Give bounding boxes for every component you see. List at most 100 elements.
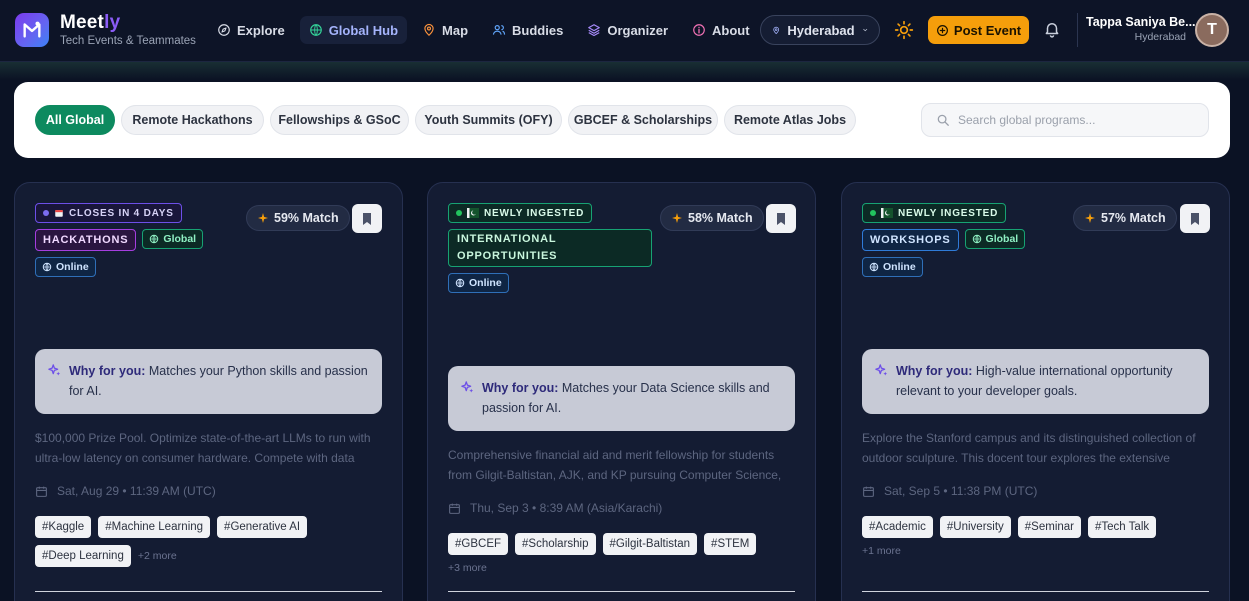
- tag[interactable]: #STEM: [704, 533, 757, 555]
- bookmark-icon: [363, 212, 371, 225]
- tag[interactable]: #GBCEF: [448, 533, 509, 555]
- category-badge: INTERNATIONAL OPPORTUNITIES: [448, 229, 652, 267]
- sparkles-icon: [461, 381, 474, 393]
- status-dot: [43, 210, 49, 216]
- card-divider: [862, 591, 1209, 592]
- tag[interactable]: #Seminar: [1017, 516, 1081, 538]
- card-date: Sat, Aug 29 • 11:39 AM (UTC): [35, 484, 216, 498]
- meetly-logo-icon[interactable]: [15, 13, 49, 47]
- brand-name: Meetly: [60, 12, 121, 33]
- bookmark-button[interactable]: [766, 204, 796, 233]
- match-badge: 59% Match: [246, 205, 350, 231]
- plus-circle-icon: [936, 24, 948, 36]
- status-badge: CLOSES IN 4 DAYS: [35, 203, 182, 223]
- card-description: $100,000 Prize Pool. Optimize state-of-t…: [35, 431, 371, 465]
- chip-all-global[interactable]: All Global: [35, 105, 115, 135]
- nav-divider: [1077, 13, 1078, 47]
- city-selector-label: Hyderabad: [787, 22, 855, 38]
- online-badge: Online: [448, 273, 509, 293]
- tag[interactable]: #Deep Learning: [35, 545, 131, 567]
- chip-gbcef-scholarships[interactable]: GBCEF & Scholarships: [568, 105, 718, 135]
- event-card[interactable]: NEWLY INGESTED WORKSHOPS Global Online 5…: [841, 182, 1230, 601]
- card-date: Sat, Sep 5 • 11:38 PM (UTC): [862, 484, 1037, 498]
- card-tags: #GBCEF #Scholarship #Gilgit-Baltistan #S…: [448, 533, 798, 574]
- search-icon: [937, 114, 949, 126]
- chip-remote-atlas-jobs[interactable]: Remote Atlas Jobs: [724, 105, 856, 135]
- sparkles-icon: [48, 364, 61, 376]
- brand[interactable]: Meetly Tech Events & Teammates: [60, 12, 196, 47]
- event-card[interactable]: CLOSES IN 4 DAYS HACKATHONS Global Onlin…: [14, 182, 403, 601]
- card-tags: #Kaggle #Machine Learning #Generative AI…: [35, 516, 385, 567]
- more-tags[interactable]: +3 more: [448, 562, 798, 574]
- calendar-icon: [863, 486, 874, 497]
- global-badge-label: Global: [985, 233, 1019, 245]
- tag[interactable]: #University: [939, 516, 1011, 538]
- theme-toggle-sun-icon[interactable]: [894, 20, 914, 40]
- bookmark-button[interactable]: [1180, 204, 1210, 233]
- nav-organizer-label: Organizer: [607, 22, 669, 38]
- post-event-button[interactable]: Post Event: [928, 16, 1029, 44]
- why-label: Why for you:: [482, 381, 559, 395]
- more-tags[interactable]: +1 more: [862, 545, 1212, 557]
- match-label: 58% Match: [688, 211, 753, 225]
- tag[interactable]: #Tech Talk: [1088, 516, 1157, 538]
- location-pin-icon: [773, 26, 780, 34]
- top-navbar: Meetly Tech Events & Teammates Explore G…: [0, 0, 1249, 62]
- tag[interactable]: #Machine Learning: [98, 516, 211, 538]
- notification-bell-icon[interactable]: [1043, 20, 1061, 38]
- sparkle-icon: [672, 213, 682, 223]
- nav-about-label: About: [712, 22, 750, 38]
- tag[interactable]: #Generative AI: [217, 516, 308, 538]
- search-input[interactable]: [958, 113, 1188, 127]
- users-icon: [492, 25, 506, 35]
- nav-map[interactable]: Map: [413, 16, 477, 44]
- online-badge-label: Online: [883, 261, 916, 273]
- chip-youth-summits[interactable]: Youth Summits (OFY): [415, 105, 562, 135]
- tag[interactable]: #Scholarship: [515, 533, 596, 555]
- status-badge: NEWLY INGESTED: [448, 203, 593, 223]
- card-description: Explore the Stanford campus and its dist…: [862, 431, 1196, 465]
- nav-explore[interactable]: Explore: [208, 16, 294, 44]
- avatar[interactable]: T: [1195, 13, 1229, 47]
- nav-about[interactable]: About: [683, 16, 759, 44]
- nav-organizer[interactable]: Organizer: [578, 16, 677, 44]
- sparkle-icon: [1085, 213, 1095, 223]
- category-badge: HACKATHONS: [35, 229, 137, 251]
- globe-icon: [972, 234, 981, 244]
- search-box: [921, 103, 1209, 137]
- nav-links: Explore Global Hub Map Buddies Organizer…: [208, 16, 765, 44]
- city-selector[interactable]: Hyderabad: [760, 15, 880, 45]
- bookmark-icon: [777, 212, 785, 225]
- nav-global-hub[interactable]: Global Hub: [299, 16, 408, 44]
- layers-icon: [588, 24, 601, 37]
- card-date-label: Thu, Sep 3 • 8:39 AM (Asia/Karachi): [470, 501, 663, 515]
- nav-buddies[interactable]: Buddies: [483, 16, 572, 44]
- why-label: Why for you:: [69, 364, 146, 378]
- match-label: 57% Match: [1101, 211, 1166, 225]
- event-card[interactable]: NEWLY INGESTED INTERNATIONAL OPPORTUNITI…: [427, 182, 816, 601]
- calendar-icon: [55, 210, 63, 217]
- filter-bar: All Global Remote Hackathons Fellowships…: [14, 82, 1230, 158]
- card-divider: [448, 591, 795, 592]
- tag[interactable]: #Kaggle: [35, 516, 92, 538]
- card-badges: NEWLY INGESTED INTERNATIONAL OPPORTUNITI…: [448, 203, 658, 293]
- globe-icon: [309, 24, 322, 36]
- status-badge-label: CLOSES IN 4 DAYS: [69, 207, 174, 219]
- why-for-you-box: Why for you: Matches your Data Science s…: [448, 366, 795, 431]
- flag-icon: [881, 208, 893, 218]
- card-badges: NEWLY INGESTED WORKSHOPS Global Online: [862, 203, 1072, 277]
- user-info[interactable]: Tappa Saniya Be... Hyderabad: [1086, 15, 1196, 43]
- chip-remote-hackathons[interactable]: Remote Hackathons: [121, 105, 264, 135]
- nav-glow: [0, 62, 1249, 80]
- chip-fellowships-gsoc[interactable]: Fellowships & GSoC: [270, 105, 409, 135]
- match-label: 59% Match: [274, 211, 339, 225]
- status-badge: NEWLY INGESTED: [862, 203, 1007, 223]
- match-badge: 58% Match: [660, 205, 764, 231]
- bookmark-button[interactable]: [352, 204, 382, 233]
- online-badge: Online: [862, 257, 923, 277]
- nav-map-label: Map: [442, 22, 469, 38]
- info-icon: [693, 24, 705, 36]
- tag[interactable]: #Academic: [862, 516, 933, 538]
- tag[interactable]: #Gilgit-Baltistan: [602, 533, 698, 555]
- more-tags[interactable]: +2 more: [138, 550, 177, 562]
